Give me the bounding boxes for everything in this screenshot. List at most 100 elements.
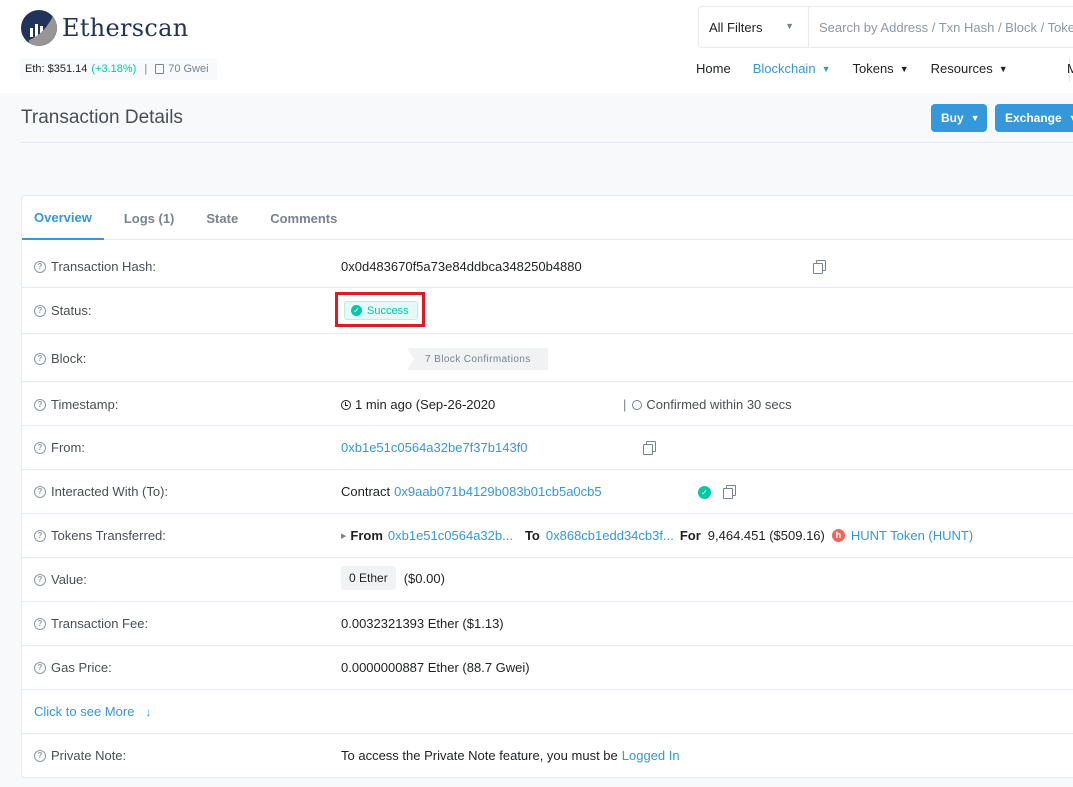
value-label: ? Value: (34, 572, 87, 587)
tx-hash-row: ? Transaction Hash: 0x0d483670f5a73e84dd… (22, 240, 1073, 288)
help-icon[interactable]: ? (34, 573, 46, 586)
verified-check-icon: ✓ (698, 486, 711, 499)
chevron-down-icon: ▼ (1069, 113, 1073, 123)
tokens-from-label: From (350, 528, 383, 543)
tab-comments[interactable]: Comments (258, 196, 349, 240)
timestamp-value: 1 min ago (Sep-26-2020 (341, 397, 495, 412)
help-icon[interactable]: ? (34, 260, 46, 273)
nav-tokens-label: Tokens (852, 61, 894, 76)
gas-price-value: 0.0000000887 Ether (88.7 Gwei) (341, 660, 530, 675)
chevron-down-icon: ▼ (970, 113, 980, 123)
gas-price-row: ? Gas Price: 0.0000000887 Ether (88.7 Gw… (22, 646, 1073, 690)
timestamp-row: ? Timestamp: 1 min ago (Sep-26-2020 | Co… (22, 382, 1073, 426)
help-icon[interactable]: ? (34, 617, 46, 630)
gas-price-label: ? Gas Price: (34, 660, 112, 675)
logged-in-link[interactable]: Logged In (622, 748, 680, 763)
tokens-to-label: To (524, 528, 540, 543)
help-icon[interactable]: ? (34, 485, 46, 498)
timestamp-separator: | (623, 397, 627, 412)
contract-address-link[interactable]: 0x9aab071b4129b083b01cb5a0cb5 (394, 484, 601, 499)
gas-price[interactable]: 70 Gwei (155, 63, 209, 75)
tx-hash-label: ? Transaction Hash: (34, 259, 156, 274)
timer-icon (632, 399, 643, 410)
help-icon[interactable]: ? (34, 529, 46, 542)
tab-overview[interactable]: Overview (22, 196, 104, 240)
help-icon[interactable]: ? (34, 441, 46, 454)
nav-resources-label: Resources (930, 61, 993, 76)
see-more-link[interactable]: Click to see More ↓ (34, 704, 151, 719)
hunt-token-icon: h (831, 529, 845, 542)
help-icon[interactable]: ? (34, 749, 46, 762)
from-label-text: From: (51, 440, 85, 455)
from-value: 0xb1e51c0564a32be7f37b143f0 (341, 440, 528, 455)
nav-blockchain[interactable]: Blockchain ▼ (753, 61, 831, 76)
help-icon[interactable]: ? (34, 304, 46, 317)
tokens-to-link[interactable]: 0x868cb1edd34cb3f... (546, 528, 674, 543)
status-label: ? Status: (34, 303, 91, 318)
nav-home[interactable]: Home (696, 61, 731, 76)
nav-resources[interactable]: Resources ▼ (931, 61, 1008, 76)
fee-label-text: Transaction Fee: (51, 616, 149, 631)
private-note-value: To access the Private Note feature, you … (341, 748, 680, 763)
tab-state[interactable]: State (194, 196, 250, 240)
tokens-amount: 9,464.451 ($509.16) (707, 528, 825, 543)
title-divider (21, 142, 1073, 143)
status-row: ? Status: (22, 288, 1073, 334)
gas-pump-icon (155, 64, 165, 74)
tokens-label-text: Tokens Transferred: (51, 528, 166, 543)
search-bar: All Filters ▼ (698, 6, 1073, 48)
block-label-text: Block: (51, 351, 87, 366)
value-usd: ($0.00) (403, 570, 445, 586)
exchange-button-label: Exchange (1005, 111, 1062, 125)
tx-hash-label-text: Transaction Hash: (51, 259, 157, 274)
caret-right-icon: ▶ (341, 532, 347, 540)
check-circle-icon: ✓ (351, 305, 362, 316)
block-confirmations-badge: 7 Block Confirmations (407, 348, 548, 370)
search-filter-select[interactable]: All Filters ▼ (699, 7, 809, 47)
ticker-separator: | (144, 63, 148, 75)
tab-bar: Overview Logs (1) State Comments (22, 196, 1073, 240)
chevron-down-icon: ▼ (998, 63, 1008, 74)
eth-price: Eth: $351.14 (25, 63, 88, 75)
help-icon[interactable]: ? (34, 352, 46, 365)
status-text: Success (367, 304, 409, 317)
from-address-link[interactable]: 0xb1e51c0564a32be7f37b143f0 (341, 440, 528, 455)
status-highlight-box: ✓ Success (335, 292, 425, 327)
main-nav: Home Blockchain ▼ Tokens ▼ Resources ▼ (696, 61, 1030, 76)
gas-price-value: 70 Gwei (168, 63, 209, 75)
value-row: ? Value: 0 Ether ($0.00) (22, 558, 1073, 602)
eth-price-change: (+3.18%) (91, 63, 137, 75)
copy-icon[interactable] (643, 441, 656, 455)
copy-icon[interactable] (723, 485, 736, 499)
tab-logs[interactable]: Logs (1) (112, 196, 187, 240)
status-label-text: Status: (51, 303, 92, 318)
block-label: ? Block: (34, 351, 86, 366)
clock-icon (341, 399, 351, 410)
nav-more[interactable]: M (1067, 61, 1073, 76)
help-icon[interactable]: ? (34, 661, 46, 674)
tokens-row: ? Tokens Transferred: ▶ From 0xb1e51c056… (22, 514, 1073, 558)
gas-price-label-text: Gas Price: (51, 660, 112, 675)
fee-row: ? Transaction Fee: 0.0032321393 Ether ($… (22, 602, 1073, 646)
confirmed-within: | Confirmed within 30 secs (623, 397, 792, 412)
help-icon[interactable]: ? (34, 398, 46, 411)
to-label: ? Interacted With (To): (34, 484, 168, 499)
from-label: ? From: (34, 440, 85, 455)
hunt-token-link[interactable]: HUNT Token (HUNT) (851, 528, 973, 543)
etherscan-logo[interactable]: Etherscan (21, 10, 189, 46)
exchange-button[interactable]: Exchange ▼ (995, 104, 1073, 132)
arrow-down-icon: ↓ (145, 704, 152, 719)
private-note-label: ? Private Note: (34, 748, 126, 763)
copy-icon[interactable] (813, 260, 826, 274)
fee-value: 0.0032321393 Ether ($1.13) (341, 616, 504, 631)
confirmed-within-text: Confirmed within 30 secs (646, 397, 792, 412)
tokens-from-link[interactable]: 0xb1e51c0564a32b... (388, 528, 513, 543)
page-title: Transaction Details (21, 107, 183, 128)
chevron-down-icon: ▼ (899, 63, 909, 74)
nav-tokens[interactable]: Tokens ▼ (852, 61, 908, 76)
chevron-down-icon: ▼ (785, 21, 794, 31)
buy-button[interactable]: Buy ▼ (931, 104, 987, 132)
buy-button-label: Buy (941, 111, 964, 125)
search-input[interactable] (809, 7, 1073, 47)
tx-hash-value: 0x0d483670f5a73e84ddbca348250b4880 (341, 259, 582, 274)
